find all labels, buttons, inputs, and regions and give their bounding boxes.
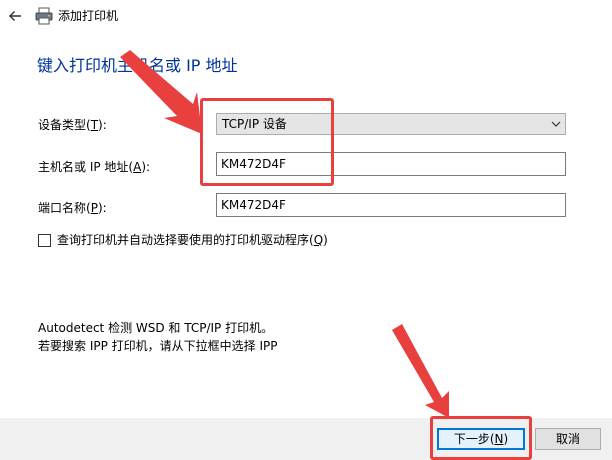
- port-name-input[interactable]: [216, 193, 566, 217]
- hostname-label: 主机名或 IP 地址(A):: [38, 160, 151, 174]
- page-heading: 键入打印机主机名或 IP 地址: [37, 56, 238, 75]
- back-button[interactable]: [4, 6, 26, 26]
- next-button[interactable]: 下一步(N): [437, 428, 525, 450]
- cancel-button[interactable]: 取消: [535, 428, 601, 450]
- port-name-label: 端口名称(P):: [38, 201, 107, 215]
- query-printer-checkbox-row[interactable]: 查询打印机并自动选择要使用的打印机驱动程序(Q): [38, 231, 328, 249]
- printer-icon: [35, 7, 53, 25]
- device-type-label: 设备类型(T):: [38, 118, 107, 132]
- device-type-value: TCP/IP 设备: [222, 117, 287, 131]
- title-bar: 添加打印机: [0, 0, 612, 32]
- info-text-line-2: 若要搜索 IPP 打印机，请从下拉框中选择 IPP: [38, 339, 278, 353]
- hostname-input[interactable]: [216, 152, 566, 176]
- query-printer-label[interactable]: 查询打印机并自动选择要使用的打印机驱动程序(Q): [57, 231, 328, 249]
- back-arrow-icon: [9, 11, 21, 21]
- info-text-line-1: Autodetect 检测 WSD 和 TCP/IP 打印机。: [38, 321, 274, 335]
- chevron-down-icon: [551, 121, 561, 127]
- query-printer-checkbox[interactable]: [38, 233, 51, 247]
- dropdown-arrow[interactable]: [547, 114, 565, 134]
- dialog-footer: 下一步(N) 取消: [0, 418, 612, 460]
- device-type-select[interactable]: TCP/IP 设备: [216, 113, 566, 135]
- window-title: 添加打印机: [58, 9, 119, 23]
- annotation-arrow-lower: [392, 324, 449, 418]
